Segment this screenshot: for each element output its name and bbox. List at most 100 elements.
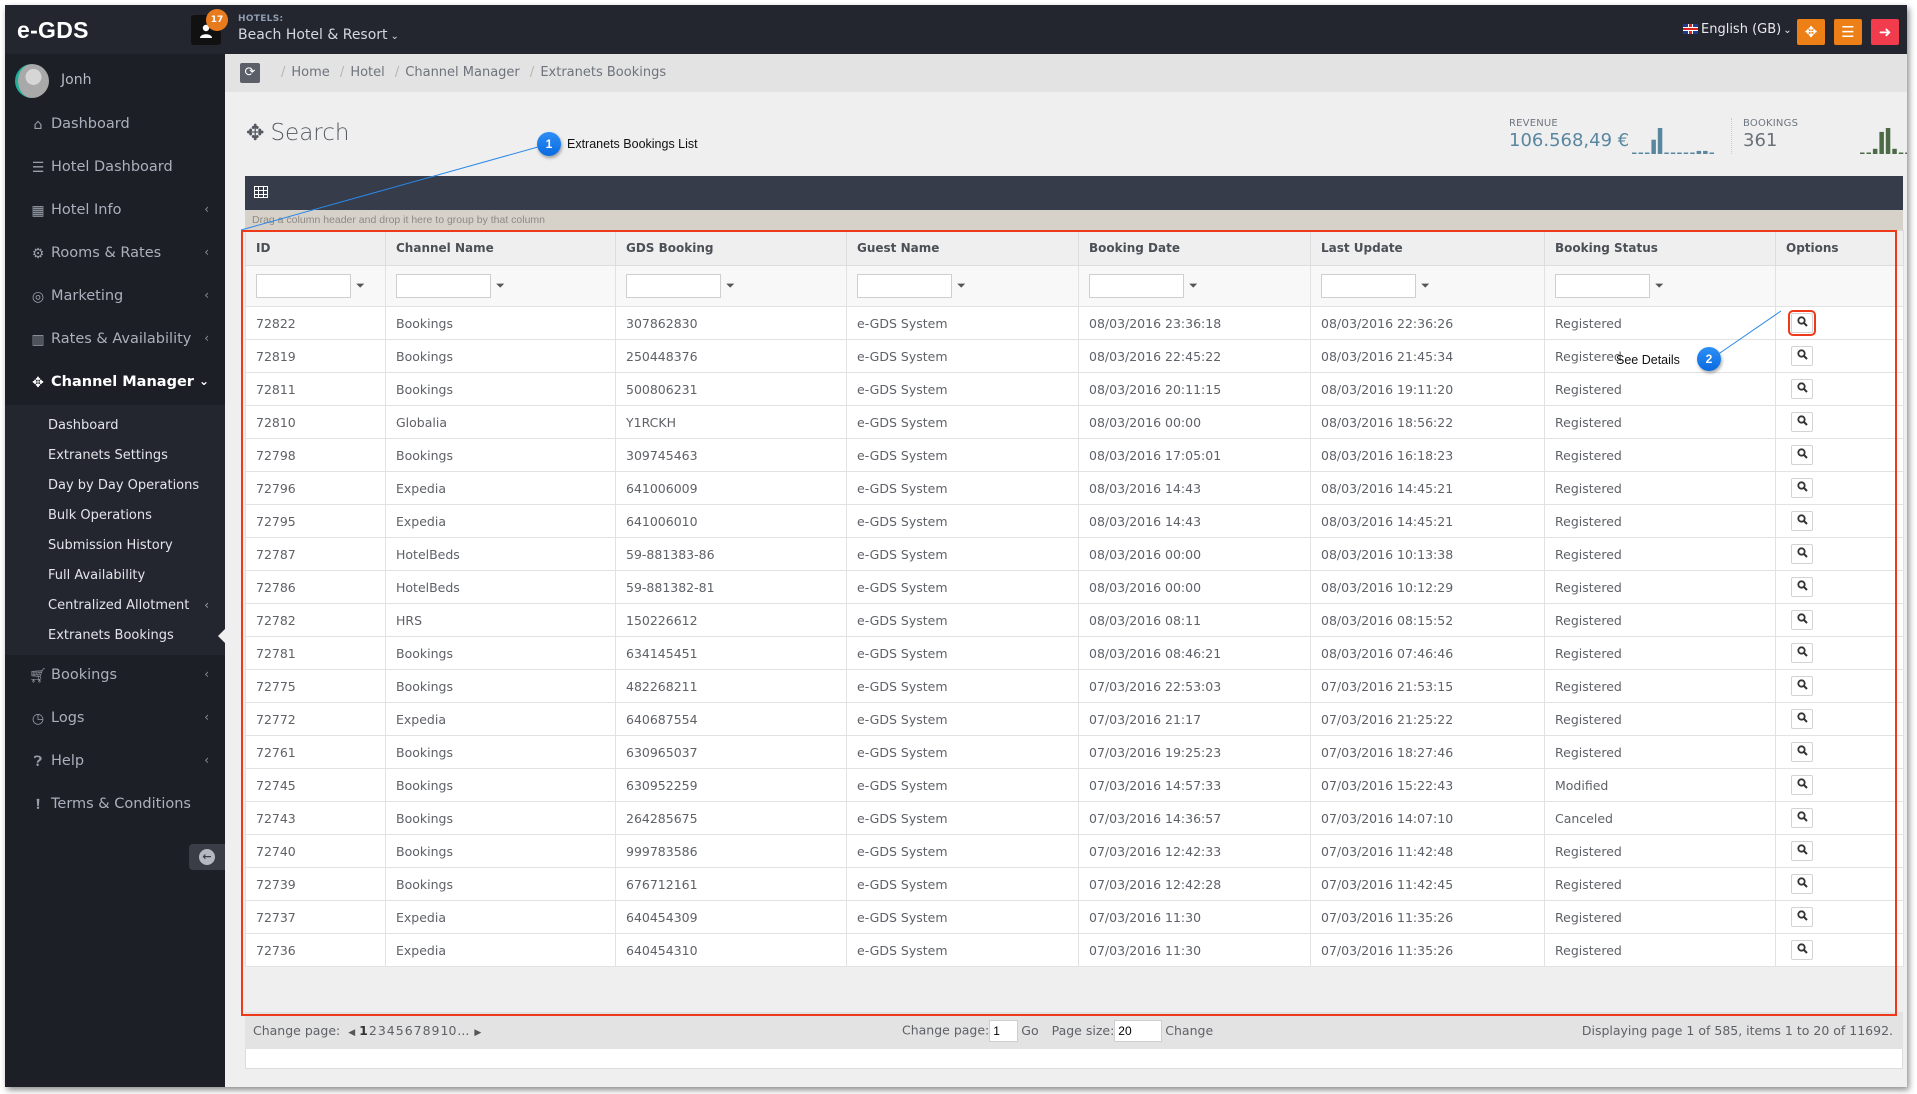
arrows-move-icon: ✥ [246, 121, 265, 146]
page-link[interactable]: 2 [369, 1023, 377, 1038]
menu-button[interactable]: ☰ [1834, 19, 1862, 45]
see-details-button[interactable] [1791, 841, 1813, 861]
cell-id: 72736 [245, 933, 386, 967]
column-header-guest-name[interactable]: Guest Name [846, 230, 1079, 266]
funnel-icon[interactable]: ⏷ [1655, 279, 1664, 293]
cell-gds-booking: 630965037 [615, 735, 847, 769]
submenu-item-submission-history[interactable]: Submission History [5, 531, 225, 561]
filter-booking-date-input[interactable] [1089, 274, 1184, 298]
see-details-button[interactable] [1791, 379, 1813, 399]
funnel-icon[interactable]: ⏷ [1421, 279, 1430, 293]
page-link[interactable]: ... [457, 1023, 469, 1038]
funnel-icon[interactable]: ⏷ [496, 279, 505, 293]
next-page-icon[interactable]: ▶ [474, 1028, 481, 1038]
see-details-button[interactable] [1791, 346, 1813, 366]
hotel-selector[interactable]: Beach Hotel & Resort ⌄ [238, 27, 399, 43]
sidebar-item-hotel-dashboard[interactable]: ☰ Hotel Dashboard [5, 147, 225, 190]
refresh-button[interactable]: ⟳ [240, 63, 260, 83]
sidebar-item-rates-availability[interactable]: ▥ Rates & Availability ‹ [5, 319, 225, 362]
page-size-input[interactable] [1114, 1020, 1163, 1042]
sidebar-item-rooms-rates[interactable]: ⚙ Rooms & Rates ‹ [5, 233, 225, 276]
submenu-item-extranets-bookings[interactable]: Extranets Bookings [5, 621, 225, 651]
change-page-size-button[interactable]: Change [1165, 1023, 1213, 1038]
filter-channel-name-input[interactable] [396, 274, 491, 298]
submenu-item-extranets-settings[interactable]: Extranets Settings [5, 441, 225, 471]
filter-id-input[interactable] [256, 274, 351, 298]
sidebar-item-terms-conditions[interactable]: ❗︎ Terms & Conditions [5, 784, 225, 827]
column-header-booking-status[interactable]: Booking Status [1544, 230, 1776, 266]
notifications-button[interactable]: 17 [191, 9, 228, 45]
see-details-button[interactable] [1791, 742, 1813, 762]
page-link[interactable]: 5 [396, 1023, 404, 1038]
cell-channel-name: Expedia [385, 471, 616, 505]
see-details-button[interactable] [1791, 775, 1813, 795]
submenu-item-centralized-allotment[interactable]: Centralized Allotment ‹ [5, 591, 225, 621]
funnel-icon[interactable]: ⏷ [726, 279, 735, 293]
page-link[interactable]: 10 [441, 1023, 457, 1038]
breadcrumb-channel-manager[interactable]: Channel Manager [405, 65, 520, 80]
page-link[interactable]: 3 [378, 1023, 386, 1038]
logout-button[interactable]: ➜ [1871, 19, 1899, 45]
submenu-item-full-availability[interactable]: Full Availability [5, 561, 225, 591]
cell-guest-name: e-GDS System [846, 702, 1079, 736]
previous-page-icon[interactable]: ◀ [348, 1028, 355, 1038]
page-link[interactable]: 6 [405, 1023, 413, 1038]
funnel-icon[interactable]: ⏷ [356, 279, 365, 293]
funnel-icon[interactable]: ⏷ [1189, 279, 1198, 293]
page-link[interactable]: 7 [414, 1023, 422, 1038]
column-header-channel-name[interactable]: Channel Name [385, 230, 616, 266]
page-link[interactable]: 4 [387, 1023, 395, 1038]
column-header-last-update[interactable]: Last Update [1310, 230, 1545, 266]
fullscreen-button[interactable]: ✥ [1797, 19, 1825, 45]
submenu-item-day-by-day-operations[interactable]: Day by Day Operations [5, 471, 225, 501]
breadcrumb-home[interactable]: Home [291, 65, 329, 80]
see-details-button[interactable] [1791, 874, 1813, 894]
see-details-button[interactable] [1788, 310, 1816, 336]
page-link[interactable]: 9 [432, 1023, 440, 1038]
submenu-item-bulk-operations[interactable]: Bulk Operations [5, 501, 225, 531]
go-button[interactable]: Go [1021, 1023, 1038, 1038]
filter-booking-status-input[interactable] [1555, 274, 1650, 298]
sidebar-item-marketing[interactable]: ◎ Marketing ‹ [5, 276, 225, 319]
see-details-button[interactable] [1791, 478, 1813, 498]
see-details-button[interactable] [1791, 808, 1813, 828]
sidebar-item-channel-manager[interactable]: ✥ Channel Manager ⌄ [5, 362, 225, 405]
see-details-button[interactable] [1791, 544, 1813, 564]
table-icon[interactable] [254, 186, 268, 198]
see-details-button[interactable] [1791, 907, 1813, 927]
column-header-gds-booking[interactable]: GDS Booking [615, 230, 847, 266]
see-details-button[interactable] [1791, 511, 1813, 531]
filter-last-update-input[interactable] [1321, 274, 1416, 298]
page-link[interactable]: 8 [423, 1023, 431, 1038]
see-details-button[interactable] [1791, 577, 1813, 597]
see-details-button[interactable] [1791, 412, 1813, 432]
collapse-sidebar-button[interactable]: ← [189, 844, 225, 870]
see-details-button[interactable] [1791, 643, 1813, 663]
sidebar-item-logs[interactable]: ◷ Logs ‹ [5, 698, 225, 741]
filter-gds-booking-input[interactable] [626, 274, 721, 298]
app-logo[interactable]: e-GDS [17, 17, 89, 44]
see-details-button[interactable] [1791, 610, 1813, 630]
sidebar-item-help[interactable]: ❓︎ Help ‹ [5, 741, 225, 784]
page-link[interactable]: 1 [359, 1023, 368, 1038]
sidebar-item-bookings[interactable]: 🛒︎ Bookings ‹ [5, 655, 225, 698]
filter-guest-name-input[interactable] [857, 274, 952, 298]
goto-page-input[interactable] [989, 1020, 1019, 1042]
submenu-item-dashboard[interactable]: Dashboard [5, 411, 225, 441]
funnel-icon[interactable]: ⏷ [957, 279, 966, 293]
sidebar-item-hotel-info[interactable]: ▦ Hotel Info ‹ [5, 190, 225, 233]
question-circle-icon: ❓︎ [33, 754, 43, 770]
see-details-button[interactable] [1791, 445, 1813, 465]
see-details-button[interactable] [1791, 676, 1813, 696]
group-by-drop-area[interactable]: Drag a column header and drop it here to… [245, 210, 1903, 230]
annotation-1-badge: 1 [537, 132, 561, 156]
cell-id: 72761 [245, 735, 386, 769]
breadcrumb-hotel[interactable]: Hotel [350, 65, 384, 80]
chevron-left-icon: ‹ [204, 245, 209, 259]
see-details-button[interactable] [1791, 709, 1813, 729]
sidebar-item-dashboard[interactable]: ⌂ Dashboard [5, 104, 225, 147]
see-details-button[interactable] [1791, 940, 1813, 960]
language-selector[interactable]: English (GB) ⌄ [1683, 22, 1792, 37]
column-header-id[interactable]: ID [245, 230, 386, 266]
column-header-booking-date[interactable]: Booking Date [1078, 230, 1311, 266]
